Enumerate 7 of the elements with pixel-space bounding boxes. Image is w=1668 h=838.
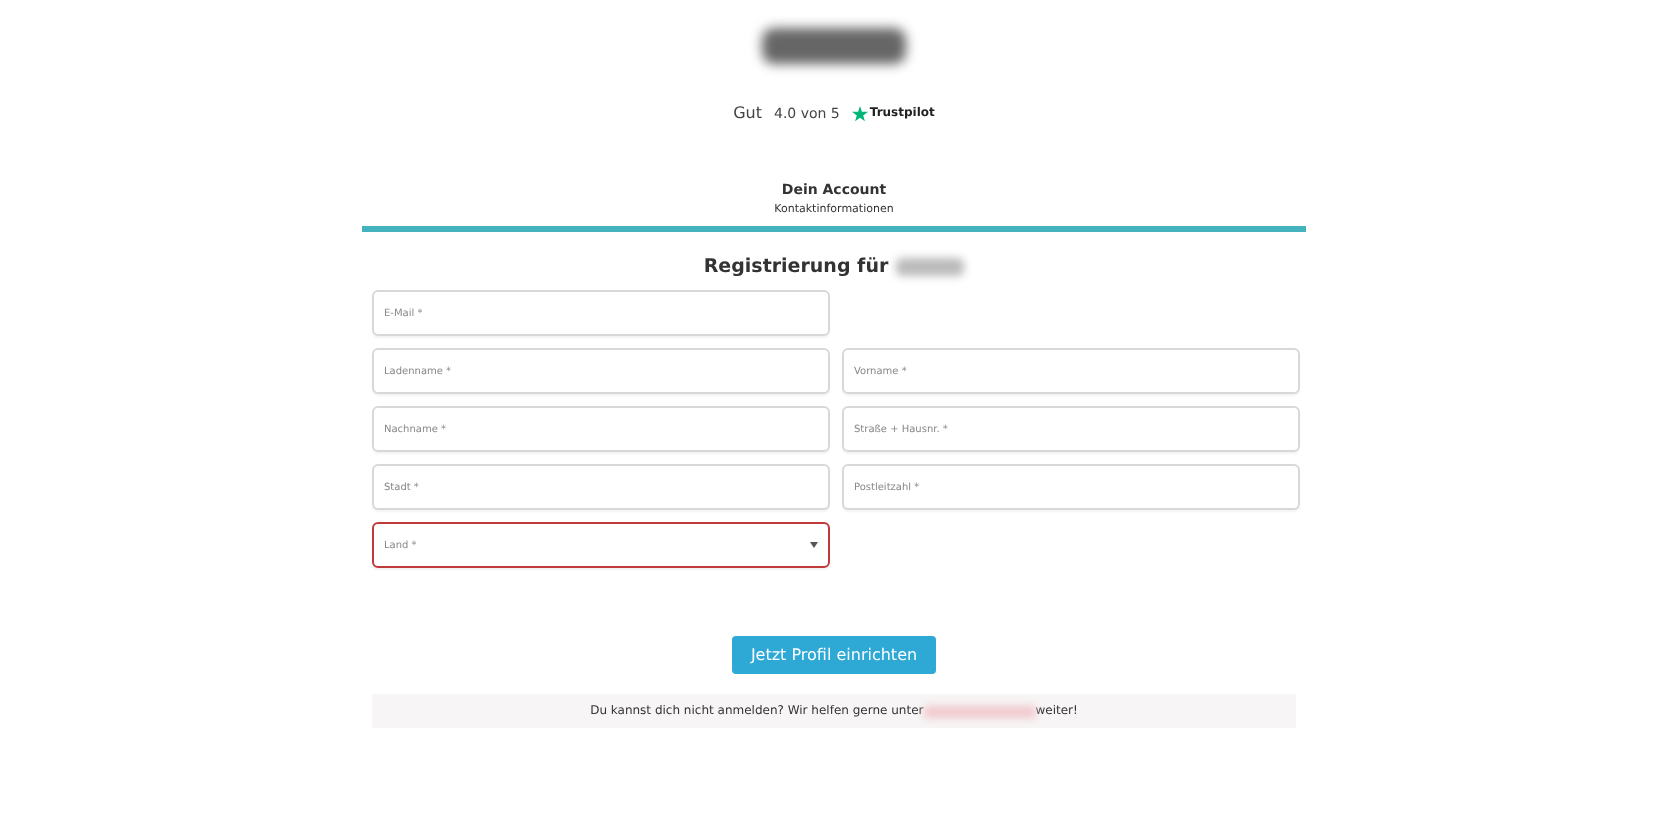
blurred-name	[896, 258, 965, 276]
caret-icon	[810, 542, 818, 548]
form-title: Registrierung für	[703, 256, 889, 278]
star-icon	[851, 105, 868, 121]
blurred-logo	[762, 28, 906, 64]
submit-button[interactable]: Jetzt Profil einrichten	[732, 636, 936, 674]
rating-label: Gut	[733, 104, 762, 122]
